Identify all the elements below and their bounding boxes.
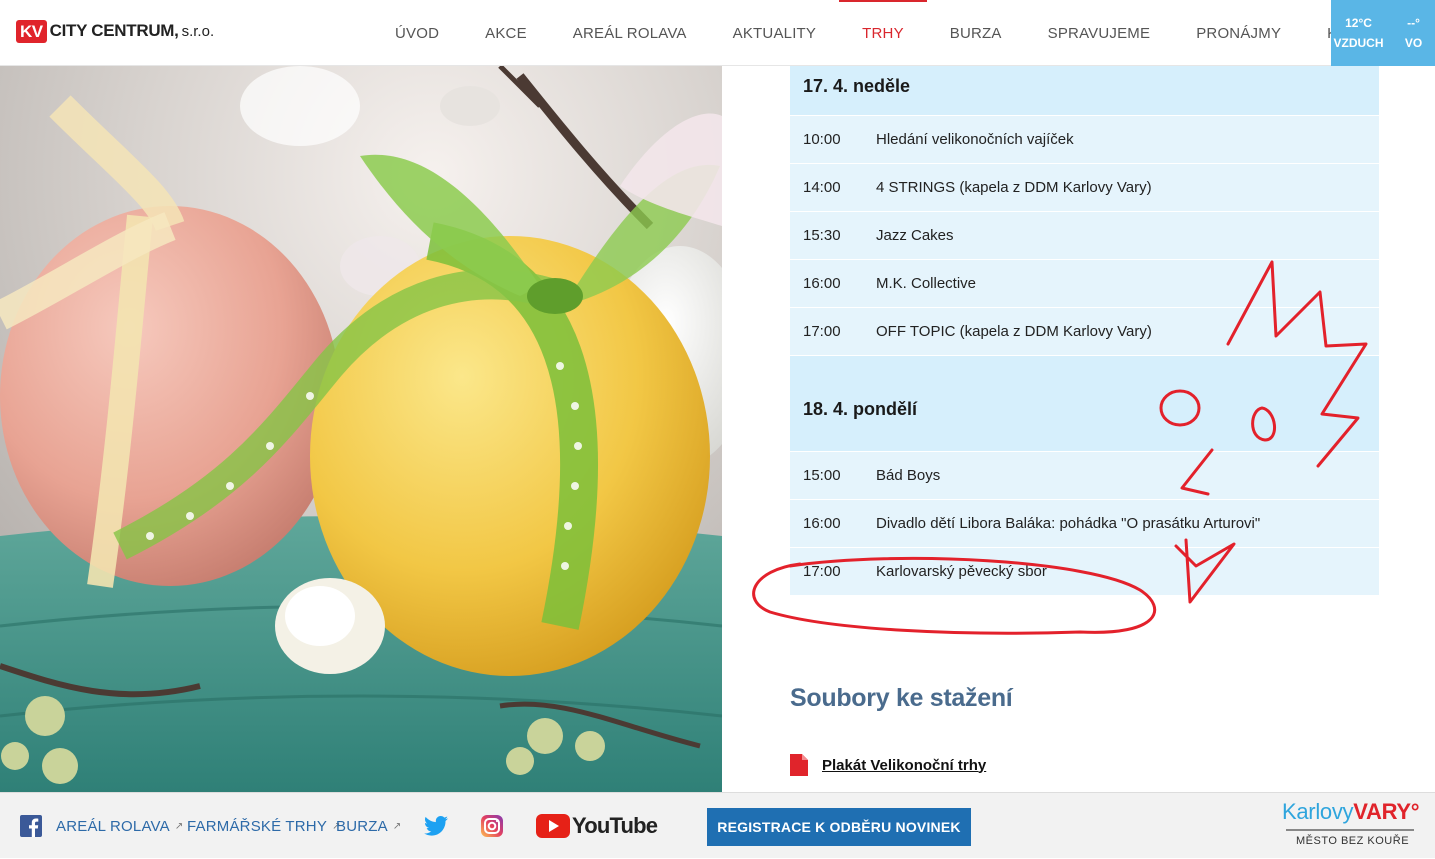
site-footer: AREÁL ROLAVA ↗ FARMÁŘSKÉ TRHY ↗ BURZA ↗ <box>0 792 1435 858</box>
nav-item-trhy[interactable]: TRHY <box>839 0 927 66</box>
weather-widget: 12°C VZDUCH --° VO <box>1331 0 1435 66</box>
pdf-file-icon <box>790 754 808 776</box>
external-link-icon: ↗ <box>392 820 402 832</box>
nav-item-spravujeme[interactable]: SPRAVUJEME <box>1025 0 1174 66</box>
facebook-icon <box>20 815 42 837</box>
air-label: VZDUCH <box>1333 36 1384 50</box>
schedule-row: 15:30 Jazz Cakes <box>790 212 1379 260</box>
event-name: Bád Boys <box>876 467 941 484</box>
event-name: OFF TOPIC (kapela z DDM Karlovy Vary) <box>876 323 1152 340</box>
facebook-link[interactable] <box>20 793 42 859</box>
nav-item-uvod[interactable]: ÚVOD <box>372 0 462 66</box>
event-time: 16:00 <box>803 515 841 532</box>
day-heading: 17. 4. neděle <box>790 66 1379 116</box>
schedule-row: 10:00 Hledání velikonočních vajíček <box>790 116 1379 164</box>
event-name: 4 STRINGS (kapela z DDM Karlovy Vary) <box>876 179 1152 196</box>
site-header: KV CITY CENTRUM, s.r.o. ÚVOD AKCE AREÁL … <box>0 0 1435 66</box>
twitter-link[interactable] <box>424 793 448 859</box>
instagram-icon <box>481 815 503 837</box>
footer-link-label: FARMÁŘSKÉ TRHY <box>187 817 328 835</box>
city-logo-divider <box>1286 829 1414 831</box>
schedule-day-1: 17. 4. neděle 10:00 Hledání velikonočníc… <box>790 66 1379 596</box>
event-time: 17:00 <box>803 563 841 580</box>
day-heading: 18. 4. pondělí <box>790 356 1379 452</box>
twitter-icon <box>424 816 448 836</box>
city-logo-part-1: Karlovy <box>1282 799 1354 824</box>
nav-item-aktuality[interactable]: AKTUALITY <box>710 0 840 66</box>
weather-water: --° VO <box>1386 0 1435 66</box>
water-label: VO <box>1404 36 1423 50</box>
footer-link-label: BURZA <box>336 817 388 835</box>
youtube-icon <box>536 814 570 838</box>
footer-link-areal-rolava[interactable]: AREÁL ROLAVA ↗ <box>56 793 183 859</box>
event-name: M.K. Collective <box>876 275 977 292</box>
schedule-row: 14:00 4 STRINGS (kapela z DDM Karlovy Va… <box>790 164 1379 212</box>
schedule-row: 16:00 M.K. Collective <box>790 260 1379 308</box>
event-time: 15:30 <box>803 227 841 244</box>
poster-download-link[interactable]: Plakát Velikonoční trhy <box>790 754 986 776</box>
water-temperature: --° <box>1407 16 1420 30</box>
schedule-row: 15:00 Bád Boys <box>790 452 1379 500</box>
city-logo-tagline: MĚSTO BEZ KOUŘE <box>1296 835 1410 847</box>
newsletter-register-button[interactable]: REGISTRACE K ODBĚRU NOVINEK <box>707 808 971 846</box>
logo-kv-mark: KV <box>16 19 47 43</box>
instagram-link[interactable] <box>481 793 503 859</box>
site-logo[interactable]: KV CITY CENTRUM, s.r.o. <box>16 16 214 46</box>
nav-item-akce[interactable]: AKCE <box>462 0 550 66</box>
event-time: 10:00 <box>803 131 841 148</box>
poster-link-label: Plakát Velikonoční trhy <box>822 756 987 774</box>
external-link-icon: ↗ <box>174 820 184 832</box>
event-name: Hledání velikonočních vajíček <box>876 131 1074 148</box>
youtube-wordmark: YouTube <box>572 813 658 838</box>
schedule-row: 17:00 OFF TOPIC (kapela z DDM Karlovy Va… <box>790 308 1379 356</box>
footer-link-farmarske-trhy[interactable]: FARMÁŘSKÉ TRHY ↗ <box>187 793 340 859</box>
event-name: Divadlo dětí Libora Baláka: pohádka "O p… <box>876 515 1261 532</box>
city-logo-part-2: VARY° <box>1353 799 1420 824</box>
nav-item-pronajmy[interactable]: PRONÁJMY <box>1173 0 1304 66</box>
main-content: 17. 4. neděle 10:00 Hledání velikonočníc… <box>722 66 1435 792</box>
nav-item-burza[interactable]: BURZA <box>927 0 1025 66</box>
nav-item-areal-rolava[interactable]: AREÁL ROLAVA <box>550 0 710 66</box>
air-temperature: 12°C <box>1345 16 1372 30</box>
schedule-row: 16:00 Divadlo dětí Libora Baláka: pohádk… <box>790 500 1379 548</box>
files-heading: Soubory ke stažení <box>790 684 1013 712</box>
youtube-link[interactable]: YouTube <box>536 793 658 859</box>
event-time: 17:00 <box>803 323 841 340</box>
easter-eggs-photo <box>0 66 722 792</box>
logo-suffix: s.r.o. <box>181 22 215 40</box>
footer-link-burza[interactable]: BURZA ↗ <box>336 793 401 859</box>
event-time: 16:00 <box>803 275 841 292</box>
main-nav: ÚVOD AKCE AREÁL ROLAVA AKTUALITY TRHY BU… <box>372 0 1421 66</box>
footer-link-label: AREÁL ROLAVA <box>56 817 170 835</box>
event-name: Jazz Cakes <box>876 227 954 244</box>
event-name: Karlovarský pěvecký sbor <box>876 563 1047 580</box>
karlovy-vary-logo[interactable]: KarlovyVARY° MĚSTO BEZ KOUŘE <box>1282 799 1424 855</box>
schedule-row: 17:00 Karlovarský pěvecký sbor <box>790 548 1379 596</box>
event-time: 15:00 <box>803 467 841 484</box>
weather-air: 12°C VZDUCH <box>1331 0 1386 66</box>
event-time: 14:00 <box>803 179 841 196</box>
logo-name: CITY CENTRUM, <box>49 21 179 40</box>
